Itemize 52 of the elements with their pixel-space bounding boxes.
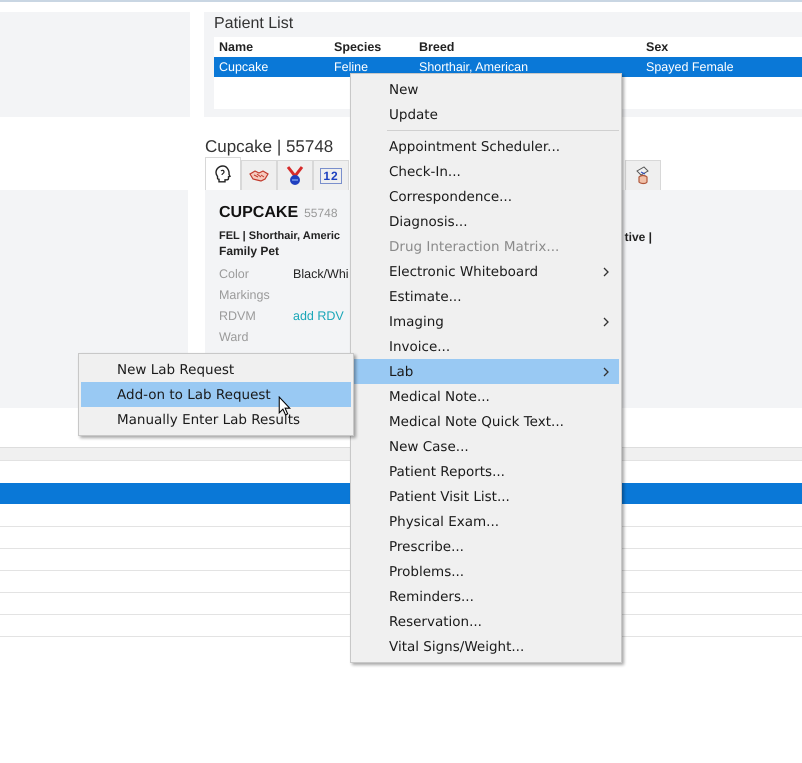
field-label: Color xyxy=(219,267,250,283)
menu-item[interactable]: Diagnosis... xyxy=(353,209,619,234)
table-cell-text: Shorthair, American xyxy=(418,60,530,74)
menu-item[interactable]: Add-on to Lab Request xyxy=(81,382,351,407)
patient-title: Cupcake | 55748 xyxy=(205,137,334,157)
menu-item[interactable]: Invoice... xyxy=(353,334,619,359)
medal-icon xyxy=(285,164,305,186)
menu-item[interactable]: Vital Signs/Weight... xyxy=(353,634,619,659)
menu-item[interactable]: Patient Reports... xyxy=(353,459,619,484)
menu-item[interactable]: Physical Exam... xyxy=(353,509,619,534)
column-header[interactable]: Species xyxy=(329,40,414,54)
patient-id: 55748 xyxy=(304,206,338,220)
menu-item[interactable]: Manually Enter Lab Results xyxy=(81,407,351,432)
menu-item[interactable]: Medical Note Quick Text... xyxy=(353,409,619,434)
table-cell-text: Feline xyxy=(333,60,370,74)
menu-item[interactable]: Imaging xyxy=(353,309,619,334)
field-label: RDVM xyxy=(219,309,257,325)
column-header[interactable]: Breed xyxy=(414,40,641,54)
menu-item[interactable]: Prescribe... xyxy=(353,534,619,559)
column-header[interactable]: Name xyxy=(214,40,329,54)
table-row[interactable]: Cupcake Feline Shorthair, American Spayed Female xyxy=(214,57,802,77)
menu-item[interactable]: Lab xyxy=(353,359,619,384)
patient-summary: tive | xyxy=(624,230,652,244)
tab[interactable]: 12 xyxy=(313,160,349,190)
tab[interactable] xyxy=(205,157,241,190)
menu-item[interactable]: Correspondence... xyxy=(353,184,619,209)
panel-title: Patient List xyxy=(214,15,294,34)
field-value: Black/Whi xyxy=(293,267,349,283)
menu-item[interactable]: Problems... xyxy=(353,559,619,584)
menu-item[interactable]: Electronic Whiteboard xyxy=(353,259,619,284)
menu-item[interactable]: Appointment Scheduler... xyxy=(353,134,619,159)
field-label: Ward xyxy=(219,330,250,346)
menu-item[interactable]: Reservation... xyxy=(353,609,619,634)
patient-summary: Family Pet xyxy=(219,244,280,258)
head-icon xyxy=(213,164,233,184)
menu-item[interactable]: Reminders... xyxy=(353,584,619,609)
menu-item[interactable]: New Case... xyxy=(353,434,619,459)
mouse-pointer-icon xyxy=(278,396,291,416)
tab[interactable] xyxy=(277,160,313,190)
menu-item[interactable]: Patient Visit List... xyxy=(353,484,619,509)
menu-item[interactable]: Check-In... xyxy=(353,159,619,184)
column-header[interactable]: Sex xyxy=(641,40,796,54)
field-label: Markings xyxy=(219,288,271,304)
menu-item[interactable]: New xyxy=(353,77,619,102)
menu-item[interactable]: Update xyxy=(353,102,619,127)
patient-name: CUPCAKE xyxy=(219,204,298,222)
table-cell-text: Spayed Female xyxy=(645,60,735,74)
menu-item[interactable]: New Lab Request xyxy=(81,357,351,382)
patient-summary: FEL | Shorthair, Americ xyxy=(219,230,340,244)
menu-item[interactable]: Medical Note... xyxy=(353,384,619,409)
menu-item[interactable]: Estimate... xyxy=(353,284,619,309)
table-cell-text: Cupcake xyxy=(218,60,270,74)
